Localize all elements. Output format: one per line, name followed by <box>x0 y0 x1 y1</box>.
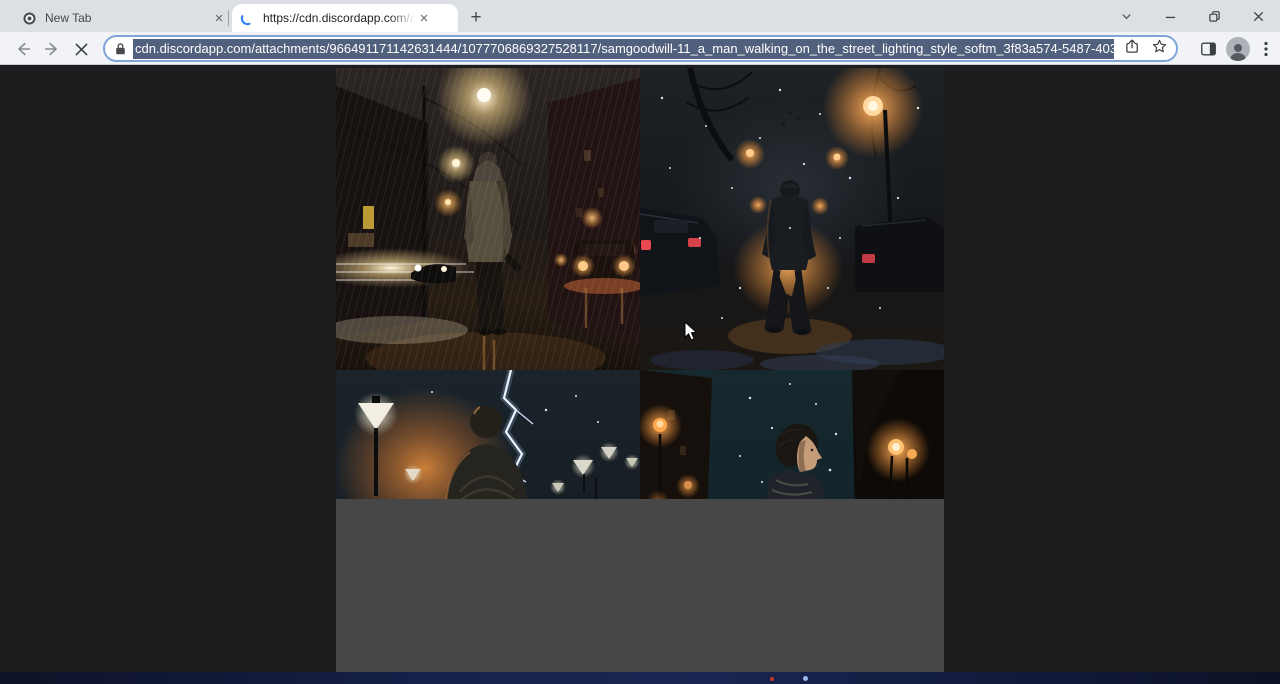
tab-search-chevron-down-icon[interactable] <box>1104 0 1148 32</box>
share-icon[interactable] <box>1124 38 1141 60</box>
stop-x-icon[interactable] <box>70 38 92 60</box>
tab-discord-cdn[interactable]: https://cdn.discordapp.com/atta × <box>232 4 458 32</box>
image-loading-placeholder <box>336 499 944 672</box>
mouse-cursor <box>684 321 698 342</box>
page-viewport <box>0 66 1280 672</box>
tab-close-icon[interactable]: × <box>415 9 433 27</box>
tab-separator <box>228 10 229 26</box>
restore-icon[interactable] <box>1192 0 1236 32</box>
loading-spinner-icon <box>240 11 255 26</box>
lock-icon[interactable] <box>114 42 127 56</box>
side-panel-icon[interactable] <box>1199 40 1218 58</box>
star-icon[interactable] <box>1151 38 1168 60</box>
tab-new-tab[interactable]: New Tab × <box>12 4 228 32</box>
minimize-icon[interactable] <box>1148 0 1192 32</box>
three-dot-menu-icon[interactable] <box>1258 40 1274 58</box>
window-close-icon[interactable] <box>1236 0 1280 32</box>
tab-close-icon[interactable]: × <box>210 9 228 27</box>
title-fade <box>389 11 415 25</box>
url-bar[interactable]: cdn.discordapp.com/attachments/966491171… <box>103 35 1178 62</box>
back-arrow-icon[interactable] <box>12 38 34 60</box>
new-tab-button[interactable]: + <box>464 6 488 30</box>
globe-icon <box>22 11 37 26</box>
generated-image-top-left <box>336 68 640 370</box>
profile-avatar[interactable] <box>1226 37 1250 61</box>
url-selected-text[interactable]: cdn.discordapp.com/attachments/966491171… <box>133 39 1114 59</box>
browser-toolbar: cdn.discordapp.com/attachments/966491171… <box>0 32 1280 65</box>
attachment-image[interactable] <box>336 68 944 672</box>
taskbar-dot-blue <box>803 676 808 681</box>
forward-arrow-icon[interactable] <box>41 38 63 60</box>
window-titlebar: New Tab × https://cdn.discordapp.com/att… <box>0 0 1280 32</box>
tab-title: New Tab <box>45 11 210 25</box>
taskbar-edge[interactable] <box>0 672 1280 684</box>
taskbar-dot-red <box>770 677 774 681</box>
